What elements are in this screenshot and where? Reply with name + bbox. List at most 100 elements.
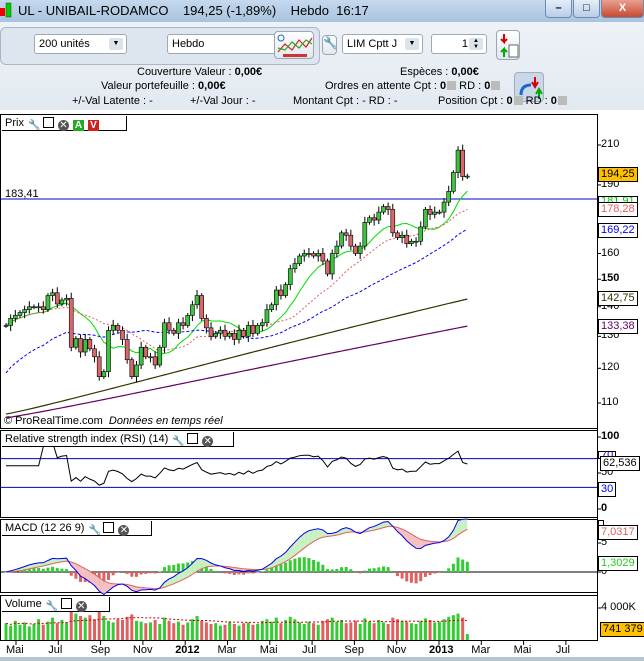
macd-histogram-bar — [60, 568, 64, 572]
ma-red-tag: 178,28 — [598, 202, 638, 217]
volume-bar — [37, 619, 41, 640]
candle — [269, 304, 274, 310]
candle — [101, 371, 107, 377]
macd-histogram-bar — [223, 572, 227, 574]
volume-bar — [433, 622, 437, 640]
candle — [152, 356, 158, 366]
volume-bar — [321, 620, 325, 640]
volume-last-tag: 741 379 — [600, 622, 644, 637]
candle — [460, 149, 465, 177]
candle — [227, 332, 232, 337]
macd-histogram-bar — [242, 572, 246, 575]
last-price-tag: 194,25 — [598, 167, 638, 182]
volume-bar — [279, 623, 283, 640]
macd-histogram-bar — [172, 564, 176, 572]
x-tick-label: Nov — [386, 644, 407, 656]
wrench-icon[interactable]: 🔧 — [28, 120, 40, 131]
volume-bar — [153, 620, 157, 640]
volume-bar — [363, 618, 367, 640]
macd-histogram-bar — [125, 572, 129, 574]
candle — [423, 209, 428, 228]
wrench-icon[interactable]: 🔧 — [172, 436, 184, 447]
wrench-icon[interactable]: 🔧 — [88, 525, 100, 536]
x-tick-label: 2013 — [429, 644, 454, 656]
volume-bar — [223, 624, 227, 640]
volume-bar — [46, 621, 50, 640]
candle — [399, 234, 405, 238]
x-tick-label: 2012 — [175, 644, 200, 656]
window-icon[interactable] — [187, 433, 199, 444]
macd-histogram-bar — [456, 557, 460, 572]
macd-panel-header: MACD (12 26 9) 🔧 ✕ — [2, 521, 152, 536]
volume-bar — [358, 624, 362, 640]
ma-green-line — [5, 190, 468, 355]
volume-bar — [186, 622, 190, 640]
macd-histogram-bar — [367, 568, 371, 572]
macd-histogram-bar — [451, 563, 455, 572]
volume-bar — [419, 620, 423, 640]
candle — [241, 329, 246, 337]
macd-histogram-bar — [386, 567, 390, 572]
candle — [134, 364, 139, 377]
candle — [465, 175, 470, 178]
volume-bar — [372, 623, 376, 640]
candle — [129, 359, 135, 377]
close-icon[interactable]: ✕ — [118, 525, 130, 536]
candle — [68, 298, 74, 348]
rsi-panel-header: Relative strength index (RSI) (14) 🔧 ✕ — [2, 432, 234, 447]
volume-bar — [237, 625, 241, 640]
candle — [143, 346, 149, 358]
macd-histogram-bar — [363, 570, 367, 572]
macd-histogram-bar — [116, 572, 120, 573]
macd-histogram-bar — [330, 569, 334, 572]
x-tick-label: Mai — [259, 644, 278, 656]
macd-histogram-bar — [209, 568, 213, 572]
volume-bar — [442, 619, 446, 640]
volume-bar — [316, 624, 320, 640]
window-icon[interactable] — [42, 117, 54, 128]
sell-icon[interactable]: V — [87, 120, 99, 131]
macd-hist-tag: 1,3029 — [598, 556, 638, 571]
volume-bar — [190, 619, 194, 640]
window-icon[interactable] — [60, 598, 72, 609]
window-icon[interactable] — [103, 522, 115, 533]
x-tick-label: Sep — [344, 644, 364, 656]
macd-histogram-bar — [381, 566, 385, 572]
x-tick-label: Mai — [6, 644, 24, 656]
volume-bar — [83, 617, 87, 640]
close-icon[interactable]: ✕ — [57, 120, 69, 131]
candle — [236, 329, 242, 340]
macd-histogram-bar — [148, 572, 152, 574]
volume-bar — [218, 625, 222, 640]
candle — [50, 292, 55, 296]
macd-histogram-bar — [377, 567, 381, 572]
candle — [427, 209, 433, 215]
volume-bar — [326, 619, 330, 640]
candle — [376, 211, 382, 221]
volume-bar — [200, 620, 204, 640]
volume-bar — [88, 615, 92, 640]
volume-bar — [298, 622, 302, 640]
close-icon[interactable]: ✕ — [202, 436, 214, 447]
volume-bar — [93, 619, 97, 640]
close-icon[interactable]: ✕ — [75, 601, 87, 612]
x-tick-label: Jul — [302, 644, 317, 656]
macd-histogram-bar — [312, 559, 316, 572]
candle — [451, 172, 456, 192]
rsi-tick-label: 0 — [601, 502, 608, 514]
macd-histogram-bar — [465, 561, 469, 572]
macd-histogram-bar — [158, 571, 162, 572]
volume-bar — [79, 616, 83, 640]
macd-histogram-bar — [409, 572, 413, 583]
rsi-line — [6, 441, 468, 486]
volume-bar — [176, 621, 180, 640]
candle — [199, 295, 205, 319]
candle — [13, 315, 18, 319]
volume-bar — [97, 612, 101, 640]
macd-histogram-bar — [419, 572, 423, 582]
macd-histogram-bar — [395, 572, 399, 577]
macd-histogram-bar — [358, 572, 362, 574]
macd-histogram-bar — [256, 572, 260, 573]
buy-icon[interactable]: A — [72, 120, 84, 131]
wrench-icon[interactable]: 🔧 — [46, 601, 58, 612]
